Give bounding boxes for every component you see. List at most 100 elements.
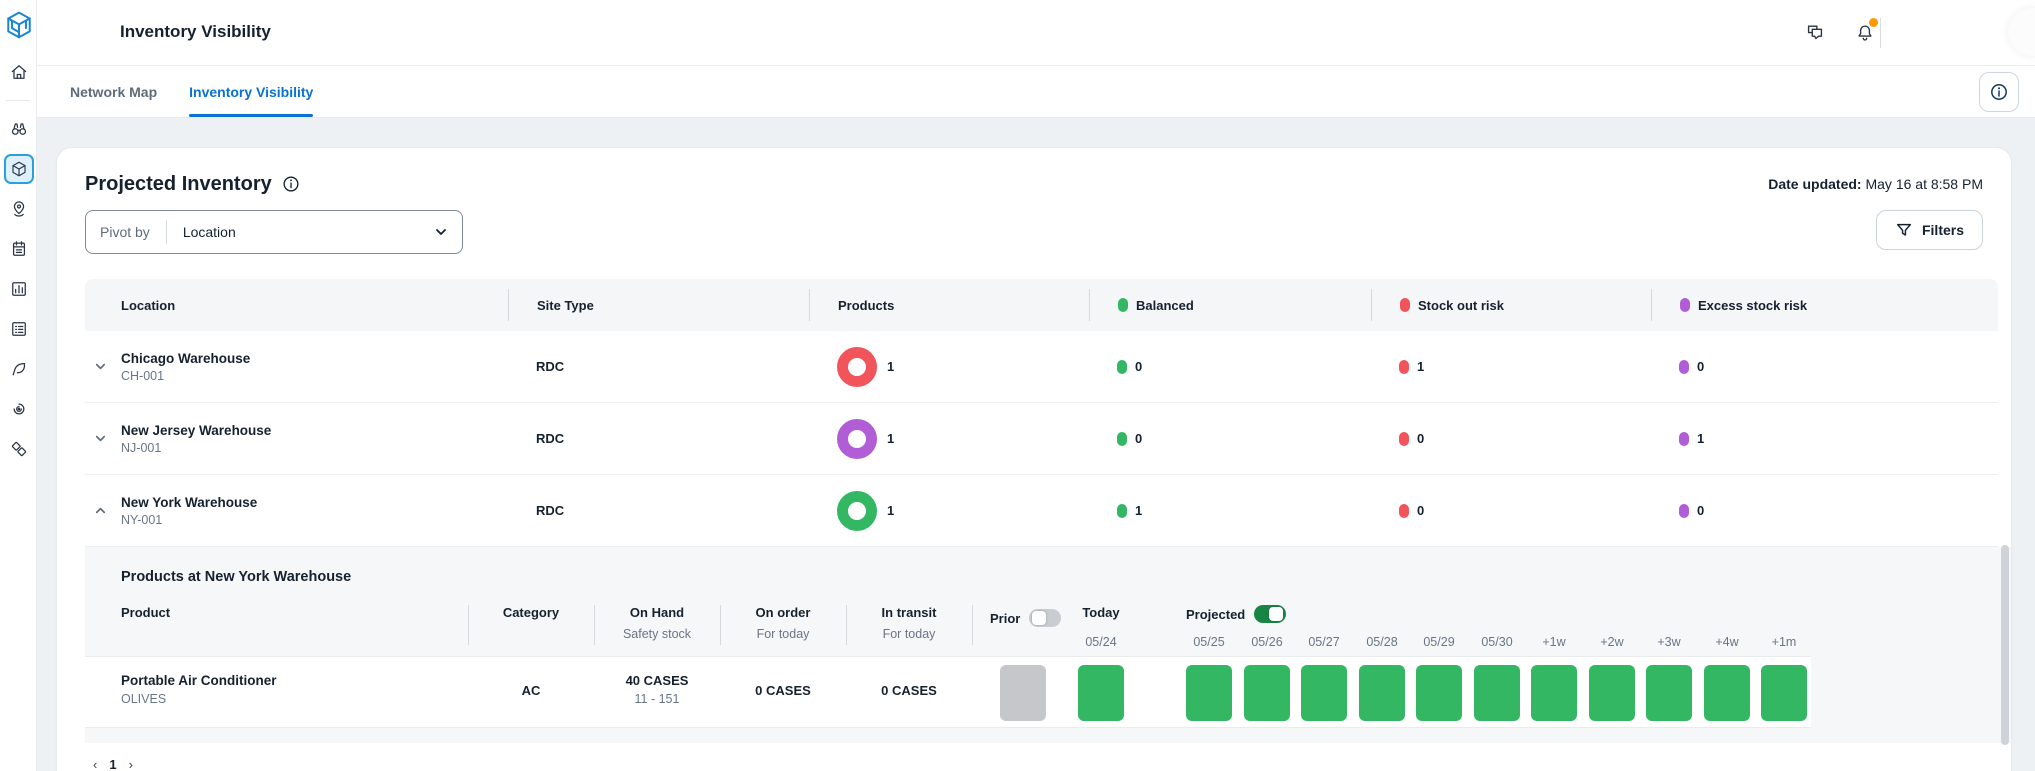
sidebar-item-integrations[interactable] <box>0 429 37 469</box>
notifications-button[interactable] <box>1850 18 1880 48</box>
stock-out-dot <box>1399 504 1409 518</box>
today-date: 05/24 <box>1071 635 1131 649</box>
excess-count: 0 <box>1697 503 1704 518</box>
excess-count: 0 <box>1697 359 1704 374</box>
main-content: Projected Inventory Date updated: May 16… <box>37 118 2035 771</box>
sidebar-item-home[interactable] <box>0 52 37 92</box>
chevron-down-icon <box>94 432 107 445</box>
timeline-date: 05/25 <box>1180 635 1238 649</box>
col-stock-out-label: Stock out risk <box>1418 298 1504 313</box>
filters-button[interactable]: Filters <box>1876 210 1983 250</box>
package-icon <box>4 154 34 184</box>
prior-status-cell[interactable] <box>1000 665 1046 721</box>
chat-icon <box>1804 22 1826 44</box>
timeline-date: 05/30 <box>1468 635 1526 649</box>
projected-status-cell[interactable] <box>1589 665 1635 721</box>
excess-dot <box>1680 298 1690 312</box>
projected-status-cell[interactable] <box>1761 665 1807 721</box>
balanced-cell: 0 <box>1089 359 1371 374</box>
app-logo <box>0 0 37 52</box>
projected-status-cell[interactable] <box>1416 665 1462 721</box>
collapse-row-button[interactable] <box>85 504 115 517</box>
prior-toggle-group: Prior <box>990 609 1061 627</box>
sidebar-item-demand[interactable] <box>0 389 37 429</box>
location-name[interactable]: New Jersey Warehouse <box>121 423 508 438</box>
product-category: AC <box>471 683 591 698</box>
col-products: Products <box>809 289 1089 321</box>
excess-count: 1 <box>1697 431 1704 446</box>
products-donut-chart <box>837 491 877 531</box>
scrollbar-thumb[interactable] <box>2001 545 2009 745</box>
sidebar-item-analytics[interactable] <box>0 269 37 309</box>
projected-toggle[interactable] <box>1254 605 1286 623</box>
pagination: ‹ 1 › <box>93 757 2011 771</box>
leaf-icon <box>4 354 34 384</box>
col-site-type: Site Type <box>508 289 809 321</box>
product-brand: OLIVES <box>121 692 277 706</box>
pivot-by-select[interactable]: Pivot by Location <box>85 210 463 254</box>
current-page[interactable]: 1 <box>109 757 116 771</box>
projected-status-cell[interactable] <box>1474 665 1520 721</box>
sidebar-divider <box>6 100 30 101</box>
col-excess-stock-risk: Excess stock risk <box>1651 289 1998 321</box>
subcol-divider <box>468 605 469 645</box>
expand-row-button[interactable] <box>85 432 115 445</box>
site-type: RDC <box>508 503 809 518</box>
info-icon[interactable] <box>282 175 300 193</box>
panel-title-text: Projected Inventory <box>85 173 272 196</box>
timeline-date: +1m <box>1755 635 1813 649</box>
projected-status-cell[interactable] <box>1646 665 1692 721</box>
projected-status-cell[interactable] <box>1301 665 1347 721</box>
col-stock-out-risk: Stock out risk <box>1371 289 1651 321</box>
sidebar-item-inventory[interactable] <box>0 149 37 189</box>
projected-status-cell[interactable] <box>1531 665 1577 721</box>
timeline-date: 05/27 <box>1295 635 1353 649</box>
tab-bar: Network Map Inventory Visibility <box>37 66 2035 118</box>
chevron-down-icon <box>434 225 448 239</box>
next-page-button[interactable]: › <box>129 757 133 771</box>
table-row: New York Warehouse NY-001 RDC 1 1 0 0 <box>85 475 1998 547</box>
tab-inventory-visibility[interactable]: Inventory Visibility <box>189 66 313 117</box>
subcol-product: Product <box>121 605 170 620</box>
expand-row-button[interactable] <box>85 360 115 373</box>
filters-label: Filters <box>1922 222 1964 238</box>
location-code: CH-001 <box>121 369 508 383</box>
products-cell: 1 <box>809 491 1089 531</box>
info-icon <box>1989 82 2009 102</box>
stock-out-dot <box>1399 360 1409 374</box>
previous-page-button[interactable]: ‹ <box>93 757 97 771</box>
boxes-icon <box>4 434 34 464</box>
tab-network-map[interactable]: Network Map <box>70 66 157 117</box>
projected-status-cell[interactable] <box>1186 665 1232 721</box>
sidebar-item-orders[interactable] <box>0 229 37 269</box>
timeline-date: 05/28 <box>1353 635 1411 649</box>
products-cell: 1 <box>809 347 1089 387</box>
sidebar-item-insights[interactable] <box>0 109 37 149</box>
stock-out-count: 1 <box>1417 359 1424 374</box>
filter-funnel-icon <box>1895 221 1913 239</box>
avatar[interactable] <box>2008 8 2035 56</box>
products-cell: 1 <box>809 419 1089 459</box>
location-name[interactable]: Chicago Warehouse <box>121 351 508 366</box>
subcol-in-transit: In transit For today <box>849 605 969 641</box>
sidebar-item-lists[interactable] <box>0 309 37 349</box>
sidebar-item-sustainability[interactable] <box>0 349 37 389</box>
location-name[interactable]: New York Warehouse <box>121 495 508 510</box>
products-donut-chart <box>837 419 877 459</box>
sidebar-item-network[interactable] <box>0 189 37 229</box>
pivot-separator <box>166 220 167 244</box>
today-status-cell[interactable] <box>1078 665 1124 721</box>
info-button[interactable] <box>1979 72 2019 112</box>
projected-status-cell[interactable] <box>1359 665 1405 721</box>
today-label: Today <box>1071 605 1131 620</box>
prior-toggle[interactable] <box>1029 609 1061 627</box>
table-row: New Jersey Warehouse NJ-001 RDC 1 0 0 1 <box>85 403 1998 475</box>
date-updated-label: Date updated: <box>1768 176 1861 192</box>
stock-out-cell: 0 <box>1371 503 1651 518</box>
projected-status-cell[interactable] <box>1704 665 1750 721</box>
chat-button[interactable] <box>1800 18 1830 48</box>
product-name[interactable]: Portable Air Conditioner <box>121 673 277 688</box>
projected-toggle-group: Projected <box>1186 605 1286 623</box>
projected-status-cell[interactable] <box>1244 665 1290 721</box>
date-updated-value: May 16 at 8:58 PM <box>1865 176 1983 192</box>
